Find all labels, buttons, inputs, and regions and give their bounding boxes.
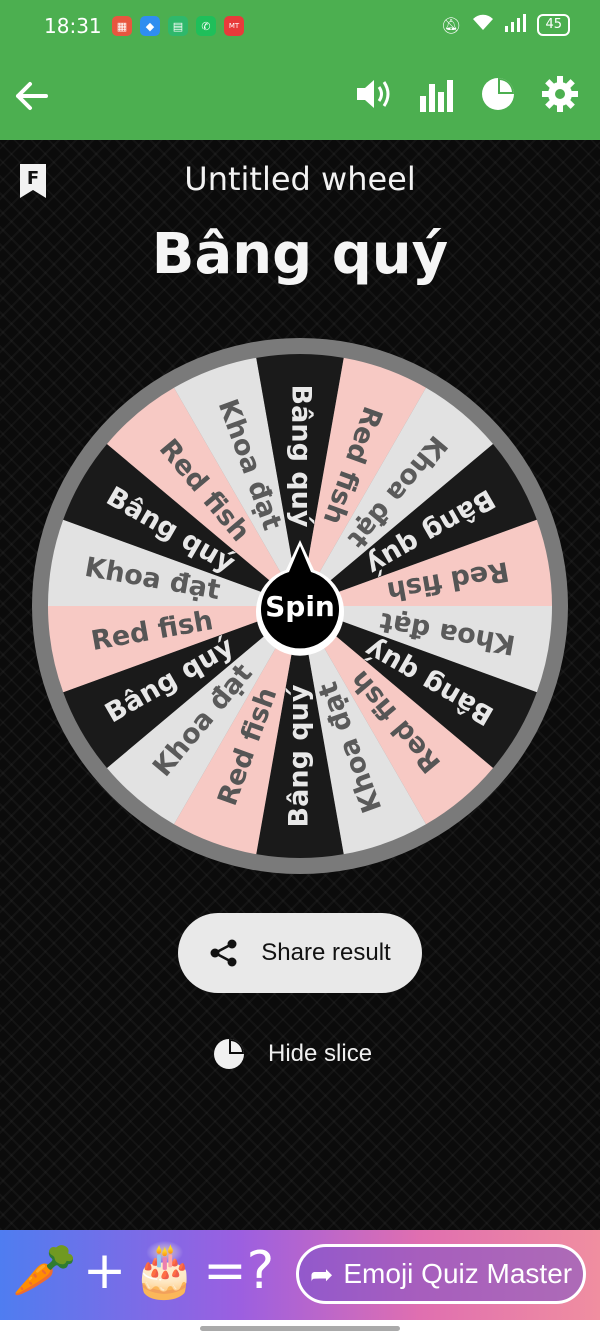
browser-icon: ◆ [140, 16, 160, 36]
volume-button[interactable] [354, 74, 394, 114]
spin-label: Spin [265, 590, 335, 623]
settings-icon [542, 76, 578, 112]
ad-cta-label: Emoji Quiz Master [343, 1258, 573, 1289]
wheel-screen: F Untitled wheel Bâng quý Bâng quý Red fi… [0, 140, 600, 1230]
status-bar: 18:31 ▦ ◆ ▤ ✆ MT 🔕︎ 45 [0, 0, 600, 52]
volume-icon [357, 80, 390, 108]
hide-slice-label: Hide slice [268, 1040, 373, 1067]
ad-banner[interactable]: 🥕 + 🎂 =? ➦ Emoji Quiz Master [0, 1230, 600, 1320]
pie-slice-icon [214, 1039, 244, 1069]
app-bar-actions [354, 74, 580, 114]
app-bar [0, 52, 600, 140]
mangatoon-icon: MT [224, 16, 244, 36]
battery-indicator: 45 [537, 14, 570, 36]
back-button[interactable] [12, 72, 52, 120]
wheel-slice-label: Bâng quý [286, 385, 317, 528]
share-result-button[interactable]: Share result [178, 913, 422, 993]
equals-question-symbol: =? [203, 1240, 275, 1301]
wifi-icon [471, 14, 495, 36]
ad-equation: 🥕 + 🎂 =? [12, 1240, 275, 1302]
cake-icon: 🎂 [132, 1241, 198, 1301]
share-arrow-icon: ➦ [309, 1258, 334, 1290]
plus-symbol: + [82, 1240, 127, 1301]
mute-icon: 🔕︎ [441, 15, 462, 35]
home-indicator[interactable] [200, 1326, 400, 1331]
app-icon: ▤ [168, 16, 188, 36]
wheel-slice-label: Bâng quý [284, 684, 315, 827]
arrow-left-icon [16, 82, 48, 110]
stats-icon [420, 80, 453, 112]
share-icon [210, 939, 237, 967]
stats-button[interactable] [416, 74, 456, 114]
spin-pointer: Spin [256, 540, 344, 656]
spin-button[interactable]: Spin [252, 536, 348, 656]
status-right: 🔕︎ 45 [441, 14, 570, 36]
photos-icon: ▦ [112, 16, 132, 36]
settings-button[interactable] [540, 74, 580, 114]
share-result-label: Share result [261, 939, 391, 966]
phone-icon: ✆ [196, 16, 216, 36]
home-indicator-bar [0, 1320, 600, 1343]
signal-icon [505, 14, 527, 36]
notification-icons: ▦ ◆ ▤ ✆ MT [112, 16, 244, 36]
hide-slice-button[interactable]: Hide slice [212, 1034, 412, 1074]
ad-cta-button[interactable]: ➦ Emoji Quiz Master [296, 1244, 586, 1304]
carrot-icon: 🥕 [12, 1241, 77, 1301]
spin-result: Bâng quý [151, 222, 449, 287]
status-time: 18:31 [44, 14, 102, 38]
pie-chart-icon [482, 78, 514, 110]
pie-chart-button[interactable] [478, 74, 518, 114]
wheel-title: Untitled wheel [184, 160, 416, 198]
